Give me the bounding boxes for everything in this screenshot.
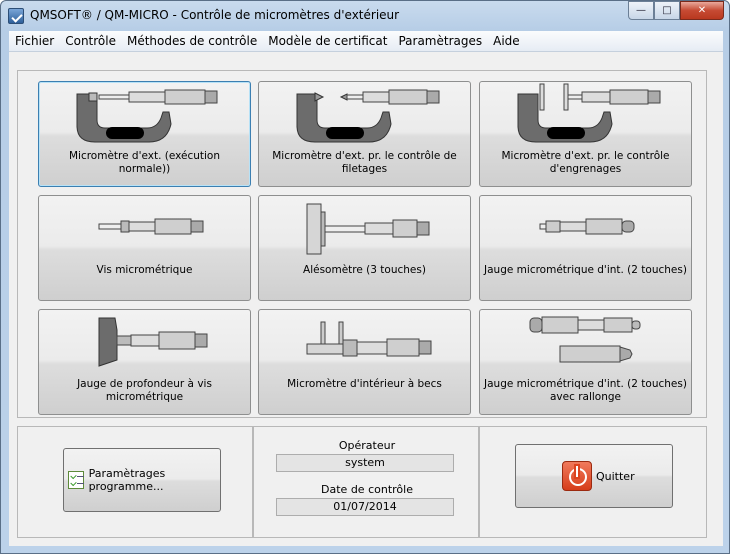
tool-button-bore-gauge[interactable]: Alésomètre (3 touches) (258, 195, 471, 301)
client-area: Micromètre d'ext. (exécution normale)) M… (9, 52, 723, 546)
gear-micrometer-icon (517, 83, 661, 143)
settings-group: Paramètrages programme... (17, 426, 253, 538)
tool-label: Jauge micrométrique d'int. (2 touches) a… (484, 378, 687, 403)
tool-button-thread-micrometer[interactable]: Micromètre d'ext. pr. le contrôle de fil… (258, 81, 471, 187)
tool-label: Micromètre d'ext. (exécution normale)) (68, 150, 221, 175)
quit-button[interactable]: Quitter (515, 444, 673, 508)
tool-button-outside-micrometer[interactable]: Micromètre d'ext. (exécution normale)) (38, 81, 251, 187)
tool-button-gear-micrometer[interactable]: Micromètre d'ext. pr. le contrôle d'engr… (479, 81, 692, 187)
outside-micrometer-icon (76, 89, 218, 143)
tool-label: Jauge de profondeur à vis micrométrique (77, 378, 212, 403)
instrument-group: Micromètre d'ext. (exécution normale)) M… (17, 70, 707, 418)
tool-label: Alésomètre (3 touches) (303, 264, 426, 276)
check-date-field: 01/07/2014 (276, 498, 454, 516)
menu-controle[interactable]: Contrôle (59, 31, 121, 51)
power-icon (562, 461, 592, 491)
micrometer-head-icon (98, 218, 204, 235)
program-settings-button[interactable]: Paramètrages programme... (63, 448, 221, 512)
tool-button-inside-micrometer-gauge[interactable]: Jauge micrométrique d'int. (2 touches) (479, 195, 692, 301)
menu-bar: Fichier Contrôle Méthodes de contrôle Mo… (9, 31, 723, 52)
tool-button-inside-micrometer-extension[interactable]: Jauge micrométrique d'int. (2 touches) a… (479, 309, 692, 415)
close-button[interactable]: ✕ (680, 1, 724, 20)
quit-label: Quitter (596, 469, 635, 483)
title-bar[interactable]: QMSOFT® / QM-MICRO - Contrôle de micromè… (1, 1, 729, 31)
tool-button-jaw-inside-micrometer[interactable]: Micromètre d'intérieur à becs (258, 309, 471, 415)
maximize-icon: □ (662, 5, 672, 16)
tool-label: Micromètre d'ext. pr. le contrôle d'engr… (501, 150, 670, 175)
tool-button-depth-micrometer[interactable]: Jauge de profondeur à vis micrométrique (38, 309, 251, 415)
window-controls: — □ ✕ (628, 1, 724, 21)
inside-micrometer-gauge-icon (539, 218, 635, 235)
thread-micrometer-icon (296, 89, 440, 143)
window-title: QMSOFT® / QM-MICRO - Contrôle de micromè… (30, 8, 400, 22)
tool-label: Vis micrométrique (96, 264, 193, 276)
tool-label: Jauge micrométrique d'int. (2 touches) (484, 264, 687, 276)
close-icon: ✕ (697, 5, 707, 16)
session-info-group: Opérateur system Date de contrôle 01/07/… (253, 426, 479, 538)
program-settings-label: Paramètrages programme... (88, 467, 166, 493)
check-date-label: Date de contrôle (321, 483, 413, 496)
bore-gauge-icon (306, 203, 430, 255)
operator-label: Opérateur (338, 439, 396, 452)
menu-modele-certificat[interactable]: Modèle de certificat (262, 31, 392, 51)
tool-label: Micromètre d'intérieur à becs (287, 378, 442, 390)
menu-parametrages[interactable]: Paramètrages (392, 31, 487, 51)
minimize-button[interactable]: — (628, 1, 654, 20)
operator-field: system (276, 454, 454, 472)
menu-aide[interactable]: Aide (487, 31, 525, 51)
menu-methodes[interactable]: Méthodes de contrôle (121, 31, 262, 51)
depth-micrometer-icon (98, 317, 208, 367)
inside-micrometer-extension-icon (529, 316, 641, 363)
application-window: QMSOFT® / QM-MICRO - Contrôle de micromè… (0, 0, 730, 554)
tool-label: Micromètre d'ext. pr. le contrôle de fil… (272, 150, 457, 175)
quit-group: Quitter (479, 426, 707, 538)
app-icon[interactable] (8, 8, 24, 24)
checklist-icon (68, 471, 84, 489)
minimize-icon: — (636, 5, 646, 16)
tool-button-micrometer-head[interactable]: Vis micrométrique (38, 195, 251, 301)
jaw-inside-micrometer-icon (306, 321, 432, 357)
menu-fichier[interactable]: Fichier (9, 31, 59, 51)
maximize-button[interactable]: □ (654, 1, 680, 20)
